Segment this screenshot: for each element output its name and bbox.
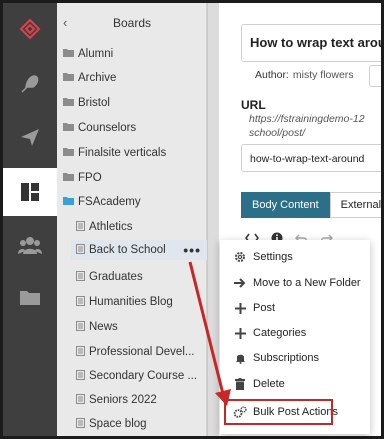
plus-icon (233, 327, 247, 339)
url-preview: https://fstrainingdemo-12 school/post/ (249, 112, 365, 140)
board-label: Bristol (78, 97, 110, 109)
panel-divider[interactable] (207, 3, 219, 436)
group-icon[interactable] (3, 221, 57, 269)
url-label: URL (241, 98, 266, 112)
document-icon (76, 345, 85, 359)
document-icon (76, 417, 85, 431)
trash-icon (233, 378, 247, 390)
menu-item-move-folder[interactable]: Move to a New Folder (220, 271, 370, 295)
board-label: Seniors 2022 (89, 394, 157, 406)
menu-item-post[interactable]: Post (220, 296, 370, 320)
board-label: Graduates (89, 271, 143, 283)
dashboard-icon[interactable] (3, 168, 57, 216)
feather-icon[interactable] (3, 60, 57, 108)
board-label: Space blog (89, 418, 147, 430)
board-label: Counselors (78, 122, 137, 134)
url-line: school/post/ (249, 127, 306, 139)
board-item-alumni[interactable]: Alumni (63, 44, 113, 64)
document-icon (76, 320, 85, 334)
post-title-input[interactable]: How to wrap text arou (241, 24, 381, 62)
menu-item-delete[interactable]: Delete (220, 372, 370, 396)
board-item-space-blog[interactable]: Space blog (76, 414, 147, 434)
menu-item-settings[interactable]: Settings (220, 245, 370, 269)
menu-item-categories[interactable]: Categories (220, 321, 370, 345)
author-select[interactable] (369, 65, 381, 87)
document-icon (76, 243, 85, 257)
folder-open-icon (63, 196, 74, 208)
editor-tabs: Body Content External (241, 192, 381, 218)
folder-icon (63, 97, 74, 109)
gear-icon (233, 251, 247, 263)
document-icon (76, 393, 85, 407)
app-frame: ‹ Boards Alumni Archive Bristol Counselo… (0, 0, 384, 439)
author-label: Author: (255, 69, 289, 81)
menu-item-label: Subscriptions (253, 352, 320, 364)
logo-icon[interactable] (3, 5, 57, 53)
board-label: Back to School (89, 244, 166, 256)
folder-icon (63, 48, 74, 60)
author-value: misty flowers (292, 69, 354, 81)
menu-item-label: Settings (253, 251, 293, 263)
board-item-seniors-2022[interactable]: Seniors 2022 (76, 390, 157, 410)
board-item-secondary-course[interactable]: Secondary Course ... (76, 366, 197, 386)
board-item-humanities-blog[interactable]: Humanities Blog (76, 292, 173, 312)
board-label: Archive (78, 72, 117, 84)
arrow-right-icon (233, 278, 247, 288)
board-label: Secondary Course ... (89, 370, 198, 382)
board-item-bristol[interactable]: Bristol (63, 93, 110, 113)
board-label: Finalsite verticals (78, 147, 167, 159)
board-label: Humanities Blog (89, 296, 173, 308)
board-label: Professional Devel... (89, 346, 195, 358)
folder-icon (63, 72, 74, 84)
document-icon (76, 220, 85, 234)
document-icon (76, 270, 85, 284)
board-label: Athletics (89, 221, 133, 233)
more-options-icon[interactable]: ••• (183, 242, 201, 258)
board-label: FPO (78, 172, 102, 184)
highlight-box (224, 399, 333, 425)
send-icon[interactable] (3, 113, 57, 161)
tab-external[interactable]: External (329, 192, 381, 218)
left-rail (3, 3, 57, 436)
board-item-fsacademy[interactable]: FSAcademy (63, 192, 141, 212)
document-icon (76, 369, 85, 383)
board-item-athletics[interactable]: Athletics (76, 217, 132, 237)
bell-icon (233, 352, 247, 364)
board-label: FSAcademy (78, 196, 141, 208)
board-item-finalsite-verticals[interactable]: Finalsite verticals (63, 143, 166, 163)
menu-item-label: Post (253, 302, 276, 314)
board-item-fpo[interactable]: FPO (63, 168, 102, 188)
document-icon (76, 295, 85, 309)
board-label: News (89, 321, 118, 333)
board-item-news[interactable]: News (76, 317, 118, 337)
board-item-professional-devel[interactable]: Professional Devel... (76, 342, 194, 362)
slug-input[interactable]: how-to-wrap-text-around (241, 144, 381, 172)
board-item-archive[interactable]: Archive (63, 68, 116, 88)
boards-title: Boards (112, 16, 152, 30)
folder-icon (63, 122, 74, 134)
tab-body-content[interactable]: Body Content (241, 192, 330, 218)
board-label: Alumni (78, 48, 114, 60)
menu-item-label: Move to a New Folder (253, 277, 361, 289)
board-item-graduates[interactable]: Graduates (76, 267, 143, 287)
url-line: https://fstrainingdemo-12 (249, 113, 365, 125)
board-item-back-to-school[interactable]: Back to School ••• (71, 240, 207, 260)
boards-panel: ‹ Boards Alumni Archive Bristol Counselo… (57, 3, 207, 436)
board-item-counselors[interactable]: Counselors (63, 118, 136, 138)
author-row: Author: misty flowers (255, 69, 354, 81)
folder-icon[interactable] (3, 273, 57, 321)
boards-header: ‹ Boards (57, 3, 207, 43)
folder-icon (63, 147, 74, 159)
menu-item-subscriptions[interactable]: Subscriptions (220, 346, 370, 370)
menu-item-label: Delete (253, 378, 285, 390)
folder-icon (63, 172, 74, 184)
plus-icon (233, 302, 247, 314)
menu-item-label: Categories (253, 327, 307, 339)
